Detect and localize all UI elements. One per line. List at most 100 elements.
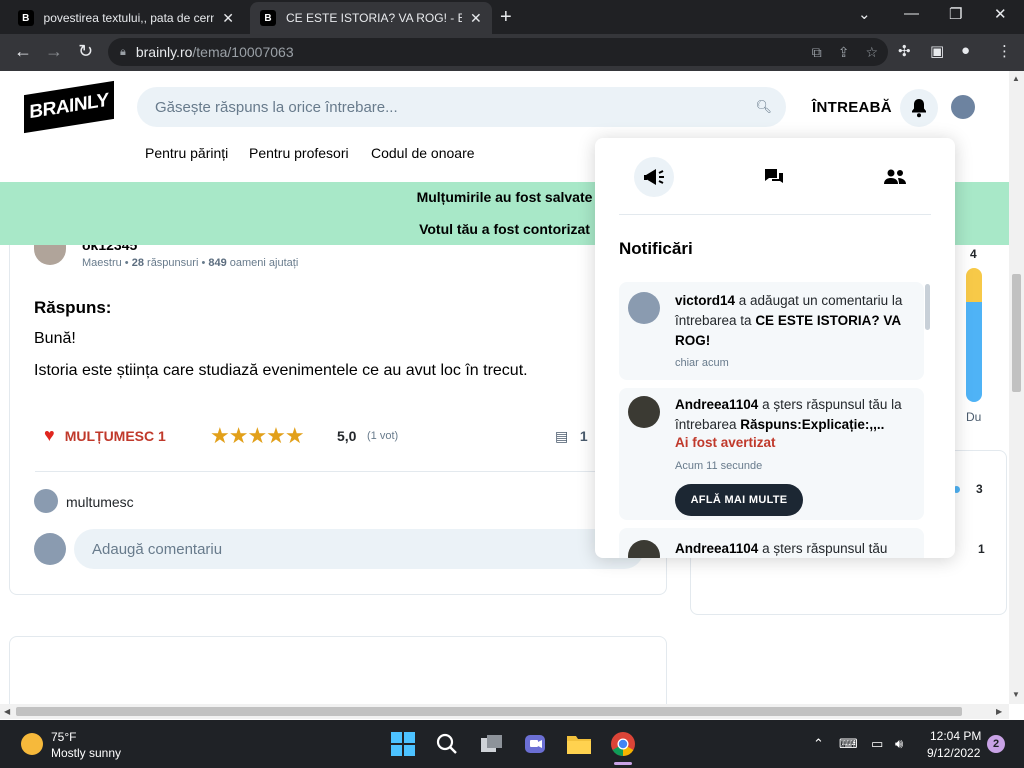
network-icon[interactable]: ▭: [871, 736, 883, 752]
notification-avatar: [628, 292, 660, 324]
notification-item[interactable]: victord14 a adăugat un comentariu la înt…: [619, 282, 924, 380]
profile-icon[interactable]: ●: [961, 42, 970, 59]
browser-tab-1[interactable]: B povestirea textului,, pata de cerne ✕: [8, 2, 244, 34]
clock-time[interactable]: 12:04 PM: [930, 729, 981, 743]
answer-body: Istoria este știința care studiază eveni…: [34, 362, 528, 379]
nav-honor-code[interactable]: Codul de onoare: [371, 145, 475, 161]
notifications-bell-icon[interactable]: [900, 89, 938, 127]
popover-scrollbar[interactable]: [925, 284, 930, 330]
scroll-up-icon[interactable]: ▲: [1012, 74, 1020, 83]
scroll-down-icon[interactable]: ▼: [1012, 690, 1020, 699]
reload-icon[interactable]: ↻: [78, 41, 93, 62]
divider: [35, 471, 647, 472]
tab-title: povestirea textului,, pata de cerne: [43, 11, 215, 25]
weather-description[interactable]: Mostly sunny: [51, 746, 121, 760]
comment-text: multumesc: [66, 494, 134, 510]
translate-icon[interactable]: ⧉: [812, 44, 822, 61]
add-comment-input[interactable]: Adaugă comentariu: [74, 529, 644, 569]
clock-date[interactable]: 9/12/2022: [927, 746, 980, 760]
rating-stars[interactable]: ★★★★★: [210, 423, 305, 449]
tab-title: CE ESTE ISTORIA? VA ROG! - Brai: [286, 11, 462, 25]
ranking-value: 4: [970, 247, 977, 261]
answers-count: 28: [131, 257, 144, 269]
notification-time: Acum 11 secunde: [675, 460, 763, 472]
tab-search-icon[interactable]: ⌄: [858, 5, 871, 23]
rating-value: 5,0: [337, 428, 357, 444]
progress-bar-blue: [966, 302, 982, 402]
keyboard-icon[interactable]: ⌨: [839, 736, 858, 752]
search-icon[interactable]: [433, 730, 461, 758]
file-explorer-icon[interactable]: [565, 730, 593, 758]
windows-start-icon[interactable]: [389, 730, 417, 758]
nav-parents[interactable]: Pentru părinți: [145, 145, 228, 161]
my-avatar: [34, 533, 66, 565]
thanks-label: MULȚUMESC 1: [64, 427, 166, 444]
answerer-rank: Maestru: [82, 257, 122, 269]
helped-label: oameni ajutați: [229, 257, 299, 269]
notification-time: chiar acum: [675, 357, 729, 369]
vertical-scroll-thumb[interactable]: [1012, 274, 1021, 392]
search-placeholder: Găsește răspuns la orice întrebare...: [155, 98, 398, 116]
volume-icon[interactable]: 🔊︎: [895, 736, 903, 752]
popover-divider: [619, 214, 931, 215]
back-icon[interactable]: ←: [14, 41, 32, 62]
show-hidden-icons-icon[interactable]: ⌃: [813, 736, 824, 752]
votes-count: (1 vot): [367, 430, 399, 442]
notifications-title: Notificări: [619, 239, 693, 258]
answer-greeting: Bună!: [34, 330, 76, 347]
extensions-icon[interactable]: ✣: [898, 42, 911, 60]
learn-more-button[interactable]: AFLĂ MAI MULTE: [675, 484, 803, 516]
ranking-number: 1: [978, 542, 985, 556]
commenter-avatar[interactable]: [34, 489, 58, 513]
answerer-username[interactable]: ok12345: [82, 245, 137, 251]
user-avatar[interactable]: [951, 95, 975, 119]
nav-teachers[interactable]: Pentru profesori: [249, 145, 349, 161]
ask-question-button[interactable]: ÎNTREABĂ: [812, 99, 892, 116]
chrome-icon[interactable]: [609, 730, 637, 758]
comment-icon: ▤: [555, 428, 569, 444]
tab-friends[interactable]: [875, 157, 915, 197]
answerer-meta: Maestru • 28 răspunsuri • 849 oameni aju…: [82, 257, 299, 269]
tab-announcements[interactable]: [634, 157, 674, 197]
search-input[interactable]: Găsește răspuns la orice întrebare... 🔍︎: [137, 87, 786, 127]
search-icon[interactable]: 🔍︎: [755, 99, 772, 115]
task-view-icon[interactable]: [478, 730, 506, 758]
thanks-button[interactable]: ♥ MULȚUMESC 1: [44, 425, 166, 446]
horizontal-scroll-thumb[interactable]: [16, 707, 962, 716]
tab-messages[interactable]: [754, 157, 794, 197]
weather-sun-icon[interactable]: [21, 733, 43, 755]
forward-icon[interactable]: →: [45, 41, 63, 62]
helped-count: 849: [208, 257, 227, 269]
notification-item[interactable]: Andreea1104 a șters răspunsul tău la înt…: [619, 388, 924, 520]
notification-item[interactable]: Andreea1104 a șters răspunsul tău: [619, 528, 924, 558]
menu-icon[interactable]: ⋮: [997, 42, 1012, 60]
megaphone-icon: [644, 169, 664, 185]
close-tab-icon[interactable]: ✕: [222, 10, 234, 27]
notification-avatar: [628, 396, 660, 428]
lock-icon: 🔒︎: [120, 45, 126, 58]
comments-toggle[interactable]: ▤ 1: [555, 428, 588, 445]
teams-chat-icon[interactable]: [521, 730, 549, 758]
answers-label: răspunsuri: [147, 257, 199, 269]
browser-tab-2[interactable]: B CE ESTE ISTORIA? VA ROG! - Brai ✕: [250, 2, 492, 34]
address-bar[interactable]: 🔒︎ brainly.ro/tema/10007063 ⧉ ⇪ ☆: [108, 38, 888, 66]
people-icon: [884, 169, 906, 184]
progress-bar-yellow: [966, 268, 982, 304]
notification-text: Andreea1104 a șters răspunsul tău la înt…: [675, 397, 902, 432]
restore-icon[interactable]: ❐: [949, 5, 962, 23]
minimize-icon[interactable]: —: [904, 5, 919, 22]
side-panel-icon[interactable]: ▣: [930, 42, 944, 60]
brainly-logo[interactable]: BRAINLY: [24, 80, 114, 134]
window-close-icon[interactable]: ✕: [994, 5, 1007, 23]
scroll-left-icon[interactable]: ◀: [4, 707, 10, 716]
bookmark-star-icon[interactable]: ☆: [865, 44, 878, 61]
notification-avatar: [628, 540, 660, 558]
warning-text: Ai fost avertizat: [675, 435, 776, 450]
weather-temperature[interactable]: 75°F: [51, 730, 76, 744]
scroll-right-icon[interactable]: ▶: [996, 707, 1002, 716]
close-tab-icon[interactable]: ✕: [470, 10, 482, 27]
share-icon[interactable]: ⇪: [838, 44, 850, 61]
new-tab-icon[interactable]: +: [500, 6, 512, 29]
brainly-favicon-icon: B: [18, 10, 34, 26]
notification-center-badge[interactable]: 2: [987, 735, 1005, 753]
